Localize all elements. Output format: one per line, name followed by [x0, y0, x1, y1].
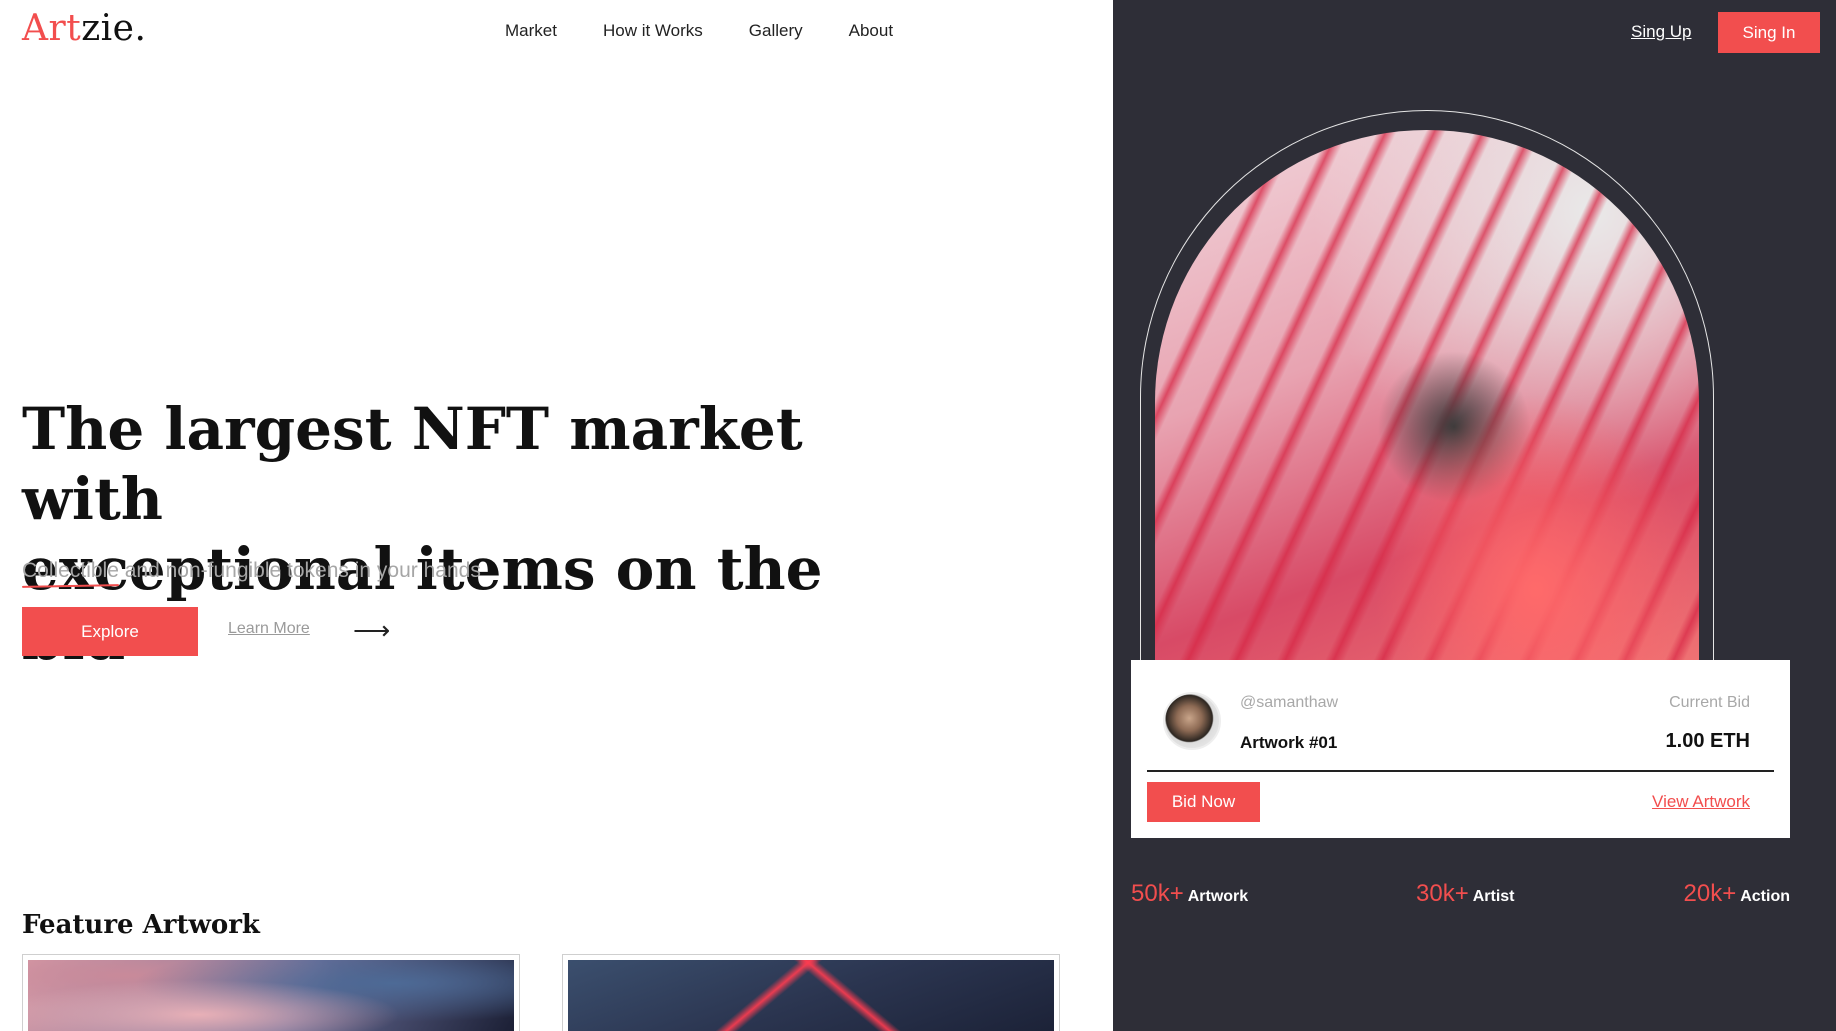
logo-accent: Art — [22, 8, 82, 49]
divider — [1147, 770, 1774, 772]
hero-section: Artzie. Market How it Works Gallery Abou… — [0, 0, 1113, 1031]
hero-subtitle-rest: and non-fungible tokens in your hands — [118, 559, 481, 582]
stat-action: 20k+ Action — [1684, 880, 1791, 908]
nav-item-gallery[interactable]: Gallery — [749, 21, 803, 41]
artwork-name: Artwork #01 — [1240, 733, 1338, 752]
featured-artwork-image[interactable] — [1155, 130, 1699, 670]
current-bid-value: 1.00 ETH — [1665, 730, 1750, 752]
artist-handle[interactable]: @samanthaw — [1240, 694, 1338, 712]
feature-artwork-card[interactable] — [562, 954, 1060, 1031]
artwork-image — [568, 960, 1054, 1031]
nav-item-about[interactable]: About — [849, 21, 893, 41]
arrow-right-icon[interactable]: ⟶ — [353, 615, 390, 646]
view-artwork-link[interactable]: View Artwork — [1652, 792, 1750, 812]
sign-in-button[interactable]: Sing In — [1718, 12, 1820, 53]
feature-artwork-title: Feature Artwork — [22, 910, 260, 940]
stat-artist: 30k+ Artist — [1416, 880, 1515, 908]
stats-row: 50k+ Artwork 30k+ Artist 20k+ Action — [1131, 880, 1790, 920]
stat-label: Artist — [1472, 888, 1515, 905]
stat-value: 30k+ — [1416, 880, 1469, 907]
hero-title-line-1: The largest NFT market with — [22, 395, 803, 533]
stat-value: 50k+ — [1131, 880, 1184, 907]
logo-rest: zie. — [81, 8, 147, 49]
learn-more-link[interactable]: Learn More — [228, 620, 310, 638]
current-bid-label: Current Bid — [1669, 694, 1750, 711]
sign-up-link[interactable]: Sing Up — [1631, 22, 1691, 42]
stat-artwork: 50k+ Artwork — [1131, 880, 1248, 908]
nav-item-how-it-works[interactable]: How it Works — [603, 21, 703, 41]
hero-subtitle: Collectible and non-fungible tokens in y… — [22, 559, 481, 583]
nav-item-market[interactable]: Market — [505, 21, 557, 41]
brand-logo[interactable]: Artzie. — [22, 8, 146, 49]
feature-artwork-card[interactable] — [22, 954, 520, 1031]
stat-value: 20k+ — [1683, 880, 1737, 907]
stat-label: Action — [1740, 888, 1790, 905]
explore-button[interactable]: Explore — [22, 607, 198, 656]
bid-card: @samanthaw Artwork #01 Current Bid 1.00 … — [1131, 660, 1790, 838]
hero-subtitle-highlight: Collectible — [22, 559, 119, 582]
bid-now-button[interactable]: Bid Now — [1147, 782, 1260, 822]
artwork-image — [28, 960, 514, 1031]
avatar[interactable] — [1163, 692, 1221, 750]
stat-label: Artwork — [1187, 888, 1249, 905]
main-nav: Market How it Works Gallery About — [505, 21, 893, 41]
